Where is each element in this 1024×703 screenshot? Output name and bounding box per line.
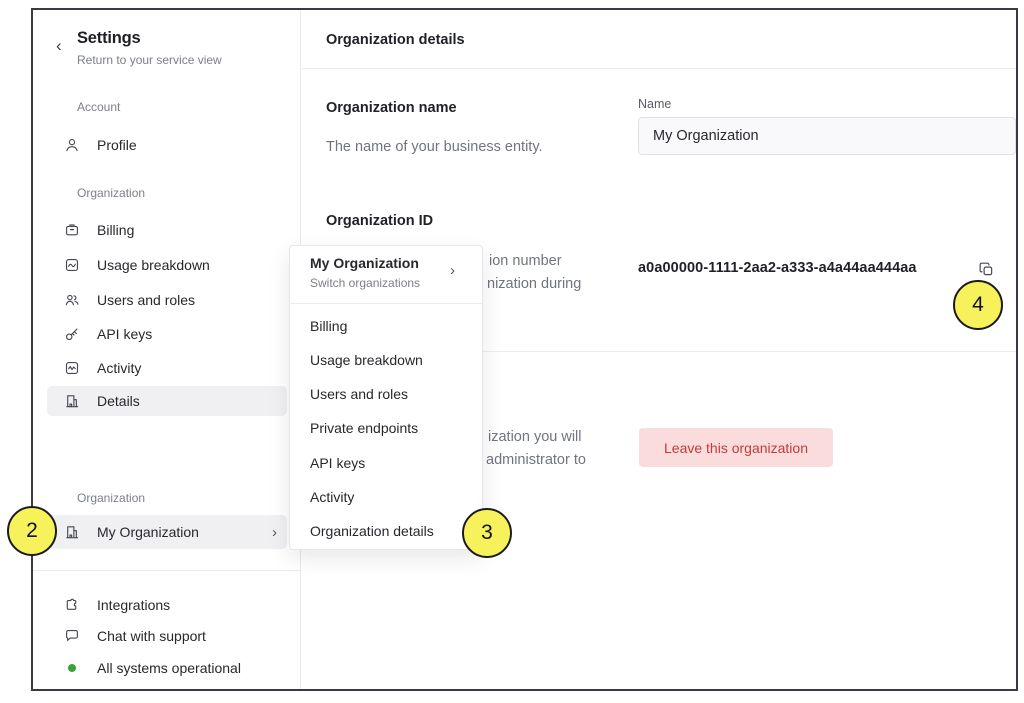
sidebar-item-details[interactable]: Details	[47, 386, 287, 416]
section-label-organization: Organization	[77, 186, 145, 200]
billing-icon	[63, 221, 81, 239]
sidebar-divider	[33, 570, 300, 571]
sidebar-subtitle[interactable]: Return to your service view	[77, 53, 222, 67]
usage-chart-icon	[63, 256, 81, 274]
sidebar-item-billing[interactable]: Billing	[47, 215, 287, 245]
dropdown-item-private-endpoints[interactable]: Private endpoints	[290, 411, 482, 445]
app-window: ‹ Settings Return to your service view A…	[31, 8, 1018, 691]
dropdown-item-users-and-roles[interactable]: Users and roles	[290, 377, 482, 411]
building-icon	[63, 392, 81, 410]
key-icon	[63, 325, 81, 343]
sidebar-title: Settings	[77, 29, 141, 48]
sidebar-item-label: Chat with support	[97, 628, 206, 644]
dropdown-item-api-keys[interactable]: API keys	[290, 446, 482, 480]
chevron-right-icon[interactable]: ›	[450, 262, 455, 279]
leave-description-fragment: administrator to	[486, 449, 586, 472]
dropdown-item-billing[interactable]: Billing	[290, 309, 482, 343]
sidebar-item-label: Activity	[97, 360, 141, 376]
org-id-description-fragment: ion number	[489, 250, 562, 273]
dropdown-divider	[290, 303, 482, 304]
annotation-badge-3: 3	[462, 508, 512, 558]
leave-organization-button[interactable]: Leave this organization	[639, 428, 833, 467]
org-id-title: Organization ID	[326, 213, 433, 229]
puzzle-icon	[63, 596, 81, 614]
sidebar-item-label: Usage breakdown	[97, 257, 210, 273]
users-icon	[63, 291, 81, 309]
org-name-description: The name of your business entity.	[326, 139, 543, 155]
name-field-label: Name	[638, 97, 671, 111]
chat-bubble-icon	[63, 627, 81, 645]
sidebar-item-users-and-roles[interactable]: Users and roles	[47, 285, 287, 315]
organization-switcher-dropdown: My Organization › Switch organizations B…	[289, 245, 483, 550]
sidebar-item-usage-breakdown[interactable]: Usage breakdown	[47, 250, 287, 280]
settings-sidebar: ‹ Settings Return to your service view A…	[33, 10, 301, 689]
section-label-account: Account	[77, 100, 120, 114]
back-chevron-icon[interactable]: ‹	[56, 37, 62, 54]
annotation-badge-4: 4	[953, 280, 1003, 330]
dropdown-subtitle: Switch organizations	[310, 276, 420, 290]
organization-id-value: a0a00000-1111-2aa2-a333-a4a44aa444aa	[638, 260, 917, 276]
dropdown-item-usage-breakdown[interactable]: Usage breakdown	[290, 343, 482, 377]
sidebar-item-api-keys[interactable]: API keys	[47, 319, 287, 349]
sidebar-item-chat-support[interactable]: Chat with support	[47, 621, 287, 651]
sidebar-item-label: Details	[97, 393, 140, 409]
dropdown-item-organization-details[interactable]: Organization details	[290, 514, 482, 548]
activity-icon	[63, 359, 81, 377]
org-id-description-fragment: nization during	[487, 273, 581, 296]
org-name-title: Organization name	[326, 100, 457, 116]
screenshot-stage: ‹ Settings Return to your service view A…	[0, 0, 1024, 703]
sidebar-item-label: Users and roles	[97, 292, 195, 308]
person-icon	[63, 136, 81, 154]
sidebar-item-activity[interactable]: Activity	[47, 353, 287, 383]
chevron-right-icon: ›	[272, 524, 277, 541]
section-label-organization-switcher: Organization	[77, 491, 145, 505]
sidebar-item-label: Integrations	[97, 597, 170, 613]
organization-name-input[interactable]	[638, 117, 1016, 155]
sidebar-item-label: Billing	[97, 222, 134, 238]
sidebar-item-label: My Organization	[97, 524, 199, 540]
sidebar-item-integrations[interactable]: Integrations	[47, 590, 287, 620]
copy-icon[interactable]	[975, 258, 997, 280]
sidebar-item-profile[interactable]: Profile	[47, 130, 287, 160]
sidebar-item-label: Profile	[97, 137, 137, 153]
status-label: All systems operational	[97, 660, 241, 676]
annotation-badge-2: 2	[7, 506, 57, 556]
sidebar-item-system-status[interactable]: All systems operational	[47, 653, 287, 683]
page-title: Organization details	[326, 32, 465, 48]
building-icon	[63, 523, 81, 541]
leave-description-fragment: ization you will	[488, 426, 582, 449]
sidebar-item-my-organization[interactable]: My Organization ›	[47, 515, 287, 549]
status-dot-icon	[63, 659, 81, 677]
sidebar-item-label: API keys	[97, 326, 152, 342]
dropdown-org-name[interactable]: My Organization	[310, 255, 419, 271]
header-divider	[301, 68, 1016, 69]
dropdown-item-activity[interactable]: Activity	[290, 480, 482, 514]
